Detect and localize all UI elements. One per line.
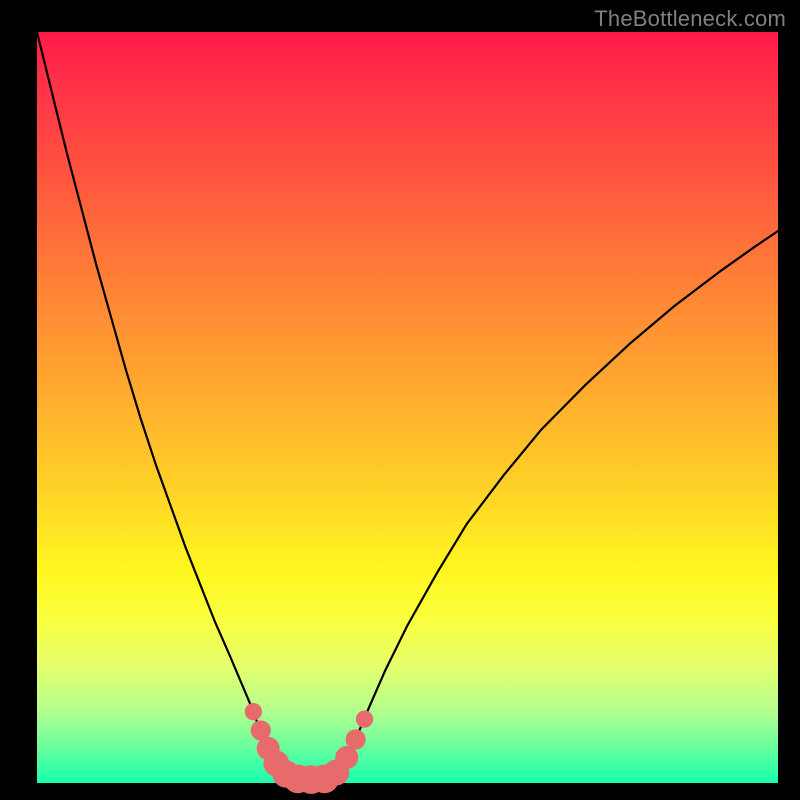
- valley-marker: [346, 729, 366, 749]
- valley-marker: [245, 703, 262, 720]
- curve-left-curve: [37, 32, 289, 779]
- watermark-text: TheBottleneck.com: [594, 6, 786, 32]
- curve-layer: [37, 32, 778, 783]
- curve-right-curve: [333, 231, 778, 779]
- chart-frame: TheBottleneck.com: [0, 0, 800, 800]
- valley-marker: [356, 711, 373, 728]
